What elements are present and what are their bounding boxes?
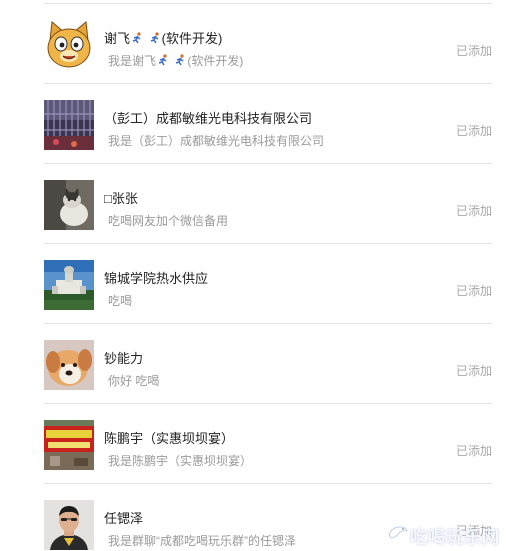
contact-name: □张张 xyxy=(104,191,138,206)
runner-icon xyxy=(157,54,169,67)
dog-photo-icon xyxy=(44,340,94,390)
list-item[interactable]: 钞能力 你好 吃喝 已添加 xyxy=(0,324,506,404)
building-photo-icon xyxy=(44,100,94,150)
cat-photo-icon xyxy=(44,180,94,230)
runner-icon xyxy=(149,32,161,45)
added-status: 已添加 xyxy=(455,44,492,58)
avatar[interactable] xyxy=(44,500,94,550)
banner-photo-icon xyxy=(44,420,94,470)
added-status: 已添加 xyxy=(455,204,492,218)
contact-name: 锦城学院热水供应 xyxy=(104,271,209,286)
runner-icon xyxy=(174,54,186,67)
added-status: 已添加 xyxy=(455,364,492,378)
contact-name: 钞能力 xyxy=(104,351,144,366)
list-item[interactable]: 陈鹏宇（实惠坝坝宴） 我是陈鹏宇（实惠坝坝宴） 已添加 xyxy=(0,404,506,484)
avatar[interactable] xyxy=(44,100,94,150)
added-status: 已添加 xyxy=(455,284,492,298)
avatar[interactable] xyxy=(44,180,94,230)
list-item[interactable]: □张张 吃喝网友加个微信备用 已添加 xyxy=(0,164,506,244)
contact-name: 陈鹏宇（实惠坝坝宴） xyxy=(104,431,235,446)
added-status: 已添加 xyxy=(455,444,492,458)
request-message: 我是（彭工）成都敏维光电科技有限公司 xyxy=(108,134,325,148)
watermark-text: 吃喝玩乐网 xyxy=(410,528,500,547)
runner-icon xyxy=(131,32,143,45)
contact-name: （彭工）成都敏维光电科技有限公司 xyxy=(104,111,313,126)
campus-photo-icon xyxy=(44,260,94,310)
avatar[interactable] xyxy=(44,340,94,390)
person-photo-icon xyxy=(44,500,94,550)
request-message: 我是谢飞 (软件开发) xyxy=(108,54,244,68)
added-status: 已添加 xyxy=(455,124,492,138)
watermark: 吃喝玩乐网 xyxy=(384,517,504,551)
avatar[interactable] xyxy=(44,260,94,310)
avatar[interactable] xyxy=(44,420,94,470)
request-message: 我是陈鹏宇（实惠坝坝宴） xyxy=(108,454,253,468)
request-message: 我是群聊“成都吃喝玩乐群”的任锶泽 xyxy=(108,534,296,548)
request-message: 你好 吃喝 xyxy=(108,374,160,388)
list-item[interactable]: （彭工）成都敏维光电科技有限公司 我是（彭工）成都敏维光电科技有限公司 已添加 xyxy=(0,84,506,164)
avatar[interactable] xyxy=(44,20,94,70)
request-message: 吃喝 xyxy=(108,294,133,308)
cartoon-cat-icon xyxy=(44,20,94,70)
request-message: 吃喝网友加个微信备用 xyxy=(108,214,229,228)
contact-name: 任锶泽 xyxy=(104,511,144,526)
list-item[interactable]: 锦城学院热水供应 吃喝 已添加 xyxy=(0,244,506,324)
contact-name: 谢飞 (软件开发) xyxy=(104,31,223,46)
friend-request-list: 谢飞 (软件开发) 我是谢飞 (软件开发) 已添加 （彭工）成都敏维光电科技有限 xyxy=(0,0,506,551)
list-item[interactable]: 谢飞 (软件开发) 我是谢飞 (软件开发) 已添加 xyxy=(0,4,506,84)
bird-logo-icon xyxy=(388,526,408,539)
